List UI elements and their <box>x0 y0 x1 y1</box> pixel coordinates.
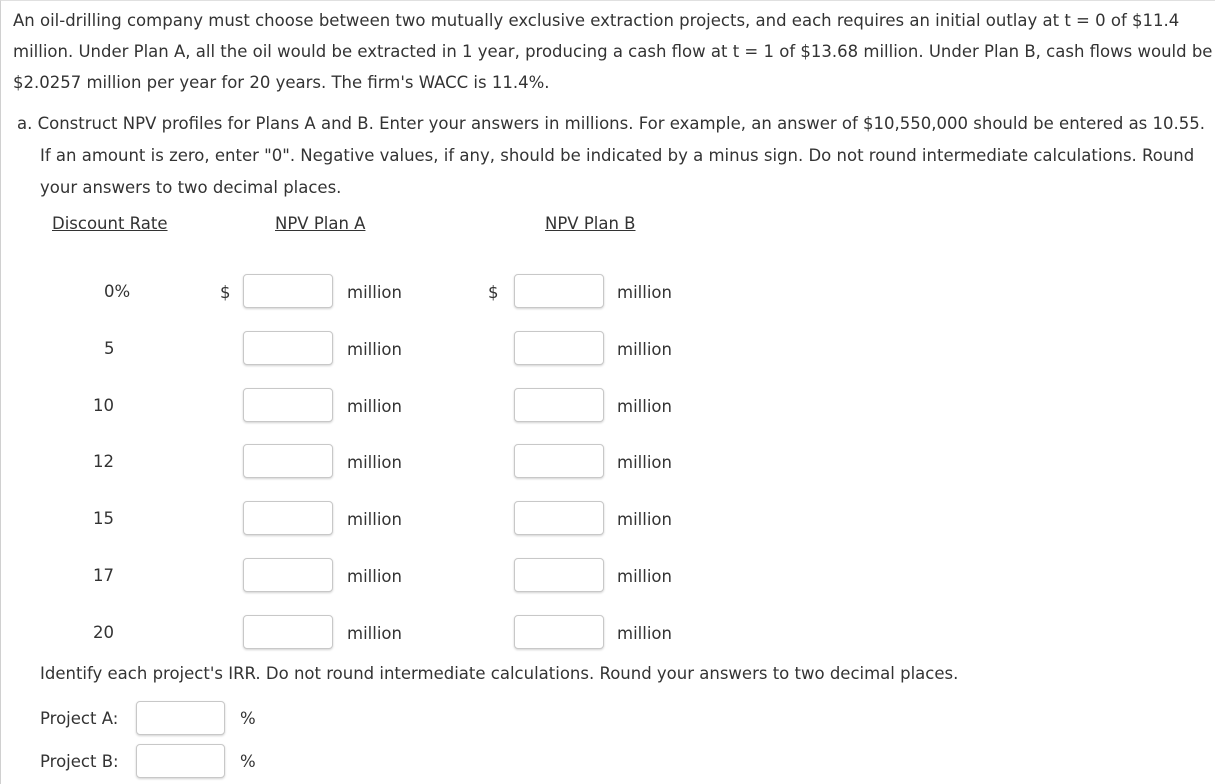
header-npv-plan-b: NPV Plan B <box>545 214 636 233</box>
project-a-irr-input[interactable] <box>136 701 225 735</box>
npv-row: 10 million million <box>1 388 801 422</box>
header-npv-plan-a: NPV Plan A <box>275 214 366 233</box>
discount-rate-value: 10 <box>93 396 114 415</box>
percent-unit: % <box>240 752 256 771</box>
npv-plan-b-input[interactable] <box>514 444 604 478</box>
project-b-irr-input[interactable] <box>136 744 225 778</box>
million-unit: million <box>617 510 672 529</box>
npv-plan-b-input[interactable] <box>514 388 604 422</box>
million-unit: million <box>347 567 402 586</box>
discount-rate-value: 20 <box>93 623 114 642</box>
discount-rate-value: 0% <box>104 282 131 301</box>
million-unit: million <box>617 283 672 302</box>
irr-prompt: Identify each project's IRR. Do not roun… <box>40 664 959 683</box>
problem-intro: An oil-drilling company must choose betw… <box>13 11 1213 92</box>
irr-row-project-b: Project B: % <box>40 744 440 778</box>
npv-plan-a-input[interactable] <box>243 615 333 649</box>
million-unit: million <box>347 340 402 359</box>
npv-row: 17 million million <box>1 558 801 592</box>
npv-plan-b-input[interactable] <box>514 615 604 649</box>
npv-plan-a-input[interactable] <box>243 558 333 592</box>
percent-unit: % <box>240 709 256 728</box>
npv-plan-a-input[interactable] <box>243 501 333 535</box>
project-a-label: Project A: <box>40 709 119 728</box>
million-unit: million <box>617 453 672 472</box>
header-discount-rate: Discount Rate <box>52 214 168 233</box>
dollar-sign: $ <box>220 283 231 302</box>
npv-row: 20 million million <box>1 615 801 649</box>
million-unit: million <box>347 510 402 529</box>
discount-rate-value: 12 <box>93 452 114 471</box>
npv-plan-a-input[interactable] <box>243 331 333 365</box>
million-unit: million <box>617 340 672 359</box>
project-b-label: Project B: <box>40 752 119 771</box>
npv-row: 0% $ $ million million <box>1 274 801 308</box>
million-unit: million <box>347 283 402 302</box>
million-unit: million <box>617 567 672 586</box>
million-unit: million <box>347 397 402 416</box>
million-unit: million <box>617 624 672 643</box>
part-a-label: a. <box>17 114 33 133</box>
npv-row: 15 million million <box>1 501 801 535</box>
npv-plan-b-input[interactable] <box>514 501 604 535</box>
part-a-text: Construct NPV profiles for Plans A and B… <box>37 114 1206 197</box>
discount-rate-value: 17 <box>93 566 114 585</box>
part-a-instructions: a. Construct NPV profiles for Plans A an… <box>17 108 1215 204</box>
question-panel: An oil-drilling company must choose betw… <box>0 0 1215 784</box>
npv-plan-b-input[interactable] <box>514 558 604 592</box>
npv-row: 12 million million <box>1 444 801 478</box>
discount-rate-value: 5 <box>104 339 115 358</box>
npv-plan-b-input[interactable] <box>514 274 604 308</box>
npv-plan-a-input[interactable] <box>243 444 333 478</box>
npv-plan-a-input[interactable] <box>243 274 333 308</box>
irr-row-project-a: Project A: % <box>40 701 440 735</box>
dollar-sign: $ <box>488 283 499 302</box>
million-unit: million <box>347 453 402 472</box>
npv-plan-b-input[interactable] <box>514 331 604 365</box>
npv-row: 5 million million <box>1 331 801 365</box>
discount-rate-value: 15 <box>93 509 114 528</box>
million-unit: million <box>617 397 672 416</box>
million-unit: million <box>347 624 402 643</box>
npv-plan-a-input[interactable] <box>243 388 333 422</box>
